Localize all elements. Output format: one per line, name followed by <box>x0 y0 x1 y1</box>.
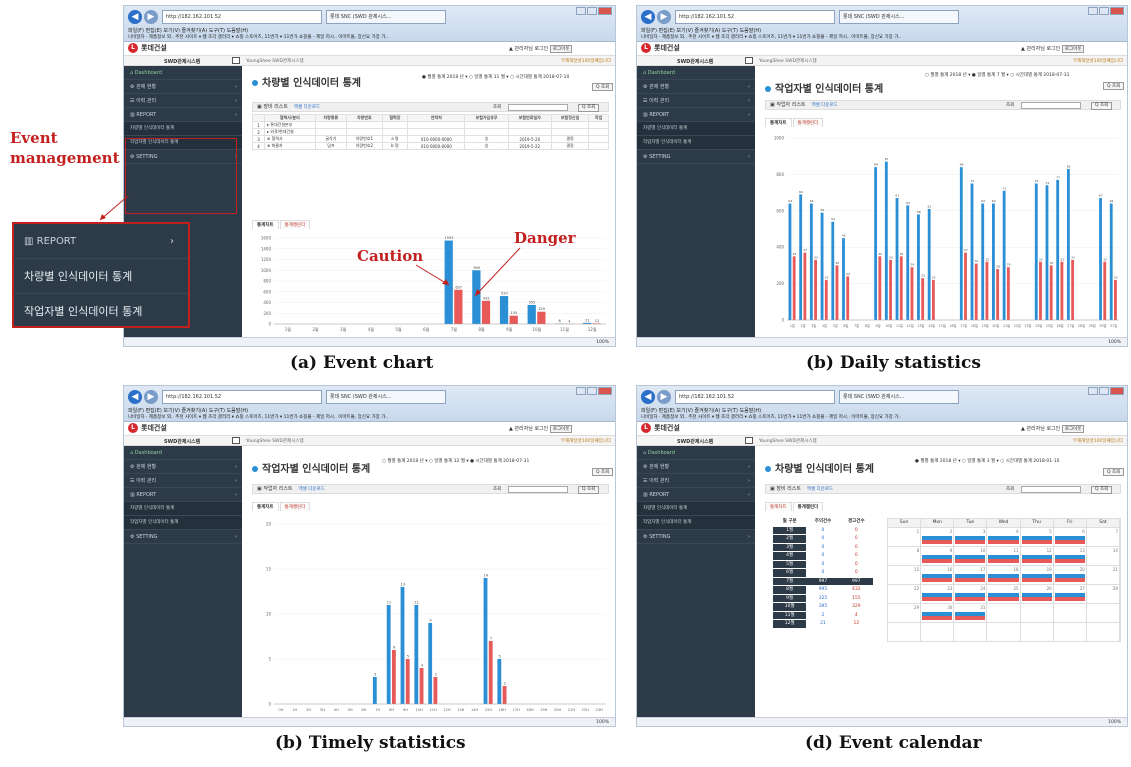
chart-icon: ▥ <box>24 236 37 247</box>
callout-arrow <box>99 195 521 297</box>
danger-arrow-line <box>474 247 521 297</box>
report-menu-callout: ▥ REPORT › 차량별 인식데이터 통계 작업자별 인식데이터 통계 <box>12 222 190 328</box>
callout-report-worker[interactable]: 작업자별 인식데이터 통계 <box>14 294 188 329</box>
caution-label: Caution <box>357 247 424 265</box>
danger-label: Danger <box>514 229 576 247</box>
callout-report-item[interactable]: ▥ REPORT › <box>14 224 188 259</box>
callout-report-vehicle[interactable]: 차량별 인식데이터 통계 <box>14 259 188 294</box>
caution-arrow-head <box>442 279 449 285</box>
callout-arrow-head <box>100 214 106 220</box>
chevron-right-icon: › <box>170 236 174 247</box>
